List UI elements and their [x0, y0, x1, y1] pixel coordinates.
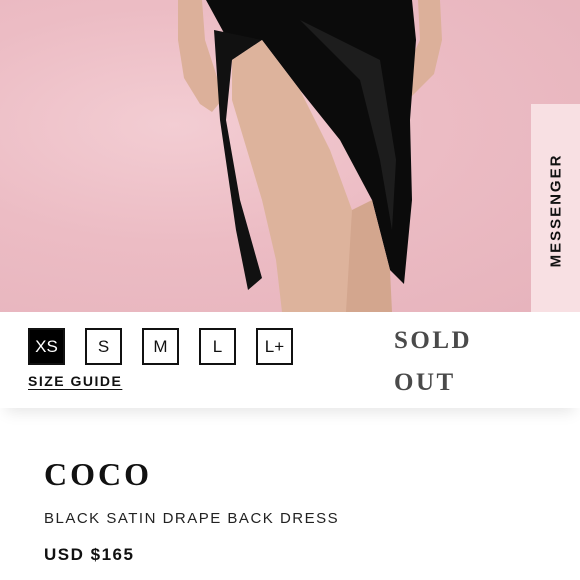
messenger-label: MESSENGER	[547, 153, 565, 267]
size-guide-link[interactable]: SIZE GUIDE	[28, 373, 122, 389]
product-image: MESSENGER	[0, 0, 580, 312]
sold-out-line-1: SOLD	[394, 327, 473, 354]
product-name: COCO	[44, 456, 152, 492]
product-price: USD $165	[44, 545, 135, 564]
size-option-l-plus[interactable]: L+	[256, 328, 293, 365]
product-description: BLACK SATIN DRAPE BACK DRESS	[44, 510, 340, 527]
messenger-tab[interactable]: MESSENGER	[531, 104, 580, 312]
size-options: XS S M L L+	[28, 328, 293, 365]
size-option-l[interactable]: L	[199, 328, 236, 365]
size-option-m[interactable]: M	[142, 328, 179, 365]
sold-out-status: SOLD OUT	[394, 320, 504, 404]
product-photo-illustration	[178, 0, 442, 312]
size-option-s[interactable]: S	[85, 328, 122, 365]
size-selector-panel: XS S M L L+ SIZE GUIDE SOLD OUT	[0, 312, 580, 408]
sold-out-line-2: OUT	[394, 369, 456, 396]
size-option-xs[interactable]: XS	[28, 328, 65, 365]
